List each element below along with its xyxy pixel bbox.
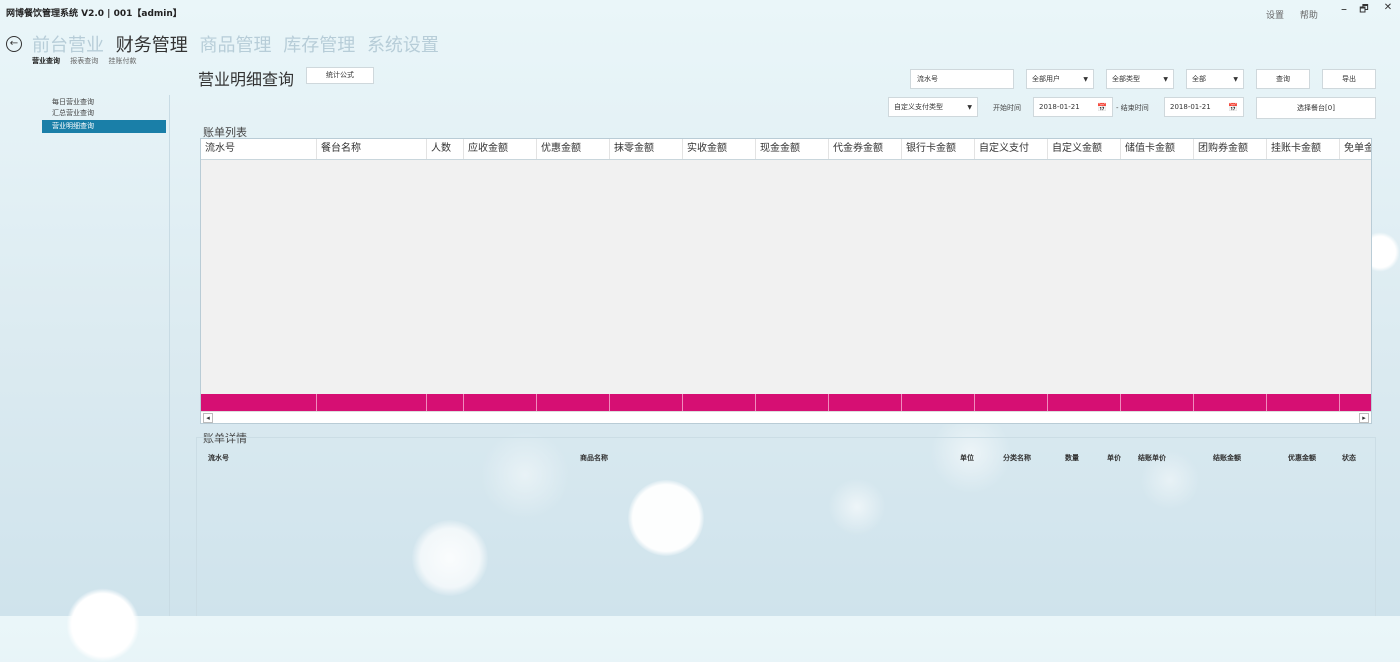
bill-list-column-header[interactable]: 代金券金额 xyxy=(829,139,902,159)
select-table-button[interactable]: 选择餐台[0] xyxy=(1256,97,1376,119)
nav-settings[interactable]: 系统设置 xyxy=(367,35,439,56)
start-date-picker[interactable]: 2018-01-21 📅 xyxy=(1033,97,1113,117)
bill-list-column-header[interactable]: 优惠金额 xyxy=(537,139,610,159)
bill-list-total-row xyxy=(201,394,1371,411)
bill-detail-column-header[interactable]: 单价 xyxy=(1107,453,1121,463)
user-select[interactable]: 全部用户 ▼ xyxy=(1026,69,1094,89)
bill-list-column-header[interactable]: 应收金额 xyxy=(464,139,537,159)
bill-list-total-cell xyxy=(902,394,975,411)
bill-detail-column-header[interactable]: 分类名称 xyxy=(1003,453,1031,463)
bill-list-column-header[interactable]: 团购券金额 xyxy=(1194,139,1267,159)
serial-input[interactable]: 流水号 xyxy=(910,69,1014,89)
custom-pay-select[interactable]: 自定义支付类型 ▼ xyxy=(888,97,978,117)
bill-list-column-header[interactable]: 自定义支付 xyxy=(975,139,1048,159)
sub-nav: 营业查询 报表查询 挂账付款 xyxy=(32,56,144,66)
bill-list-column-header[interactable]: 流水号 xyxy=(201,139,317,159)
bill-list-total-cell xyxy=(201,394,317,411)
bill-list-column-header[interactable]: 人数 xyxy=(427,139,464,159)
export-button[interactable]: 导出 xyxy=(1322,69,1376,89)
bill-list-column-header[interactable]: 实收金额 xyxy=(683,139,756,159)
bill-list-total-cell xyxy=(537,394,610,411)
bill-list-total-cell xyxy=(317,394,427,411)
scroll-right-icon[interactable]: ▸ xyxy=(1359,413,1369,423)
bill-list-total-cell xyxy=(1340,394,1371,411)
nav-front-desk[interactable]: 前台营业 xyxy=(32,35,104,56)
end-time-label: - 结束时间 xyxy=(1116,104,1149,112)
bill-list-total-cell xyxy=(829,394,902,411)
bill-list-total-cell xyxy=(1121,394,1194,411)
settings-link[interactable]: 设置 xyxy=(1266,11,1284,21)
close-button[interactable]: ✕ xyxy=(1380,2,1396,13)
bill-list-total-cell xyxy=(1194,394,1267,411)
end-date-picker[interactable]: 2018-01-21 📅 xyxy=(1164,97,1244,117)
page-title: 营业明细查询 xyxy=(198,70,295,89)
sidebar: 每日营业查询 汇总营业查询 营业明细查询 xyxy=(42,97,166,133)
bill-list-column-header[interactable]: 储值卡金额 xyxy=(1121,139,1194,159)
main-nav: 前台营业 财务管理 商品管理 库存管理 系统设置 xyxy=(32,31,445,57)
type-select[interactable]: 全部类型 ▼ xyxy=(1106,69,1174,89)
bill-list-column-header[interactable]: 抹零金额 xyxy=(610,139,683,159)
sidebar-item-detail[interactable]: 营业明细查询 xyxy=(42,120,166,133)
bill-list-total-cell xyxy=(683,394,756,411)
start-time-label: 开始时间 xyxy=(993,104,1021,112)
sidebar-item-daily[interactable]: 每日营业查询 xyxy=(42,97,166,108)
chevron-down-icon: ▼ xyxy=(1163,75,1168,83)
horizontal-scrollbar[interactable]: ◂ ▸ xyxy=(201,411,1371,423)
bill-detail-column-header[interactable]: 单位 xyxy=(960,453,974,463)
bill-list-column-header[interactable]: 现金金额 xyxy=(756,139,829,159)
bill-list-total-cell xyxy=(464,394,537,411)
bill-list-total-cell xyxy=(610,394,683,411)
end-date-value: 2018-01-21 xyxy=(1170,103,1211,111)
subnav-report-query[interactable]: 报表查询 xyxy=(70,57,98,65)
custom-pay-select-value: 自定义支付类型 xyxy=(894,103,943,111)
query-button[interactable]: 查询 xyxy=(1256,69,1310,89)
minimize-button[interactable]: – xyxy=(1336,2,1352,16)
calendar-icon[interactable]: 📅 xyxy=(1097,103,1107,112)
nav-products[interactable]: 商品管理 xyxy=(199,35,271,56)
user-select-value: 全部用户 xyxy=(1032,75,1060,83)
back-arrow-icon[interactable]: ← xyxy=(6,36,22,52)
app-title: 网博餐饮管理系统 V2.0 | 001【admin】 xyxy=(6,9,182,19)
subnav-business-query[interactable]: 营业查询 xyxy=(32,57,60,65)
scroll-left-icon[interactable]: ◂ xyxy=(203,413,213,423)
bill-list-column-header[interactable]: 挂账卡金额 xyxy=(1267,139,1340,159)
bill-list-total-cell xyxy=(1267,394,1340,411)
start-date-value: 2018-01-21 xyxy=(1039,103,1080,111)
bill-detail-column-header[interactable]: 流水号 xyxy=(208,453,229,463)
restore-button[interactable]: 🗗 xyxy=(1356,2,1372,19)
sidebar-divider xyxy=(169,95,170,616)
bill-list-column-header[interactable]: 自定义金额 xyxy=(1048,139,1121,159)
calendar-icon[interactable]: 📅 xyxy=(1228,103,1238,112)
bill-list-total-cell xyxy=(427,394,464,411)
bill-detail-column-header[interactable]: 数量 xyxy=(1065,453,1079,463)
sidebar-item-summary[interactable]: 汇总营业查询 xyxy=(42,108,166,119)
subnav-credit-payment[interactable]: 挂账付款 xyxy=(108,57,136,65)
bill-detail-column-header[interactable]: 优惠金额 xyxy=(1288,453,1316,463)
decorative-bubble xyxy=(66,588,140,662)
type-select-value: 全部类型 xyxy=(1112,75,1140,83)
bill-detail-column-header[interactable]: 结账金额 xyxy=(1213,453,1241,463)
bill-detail-column-header[interactable]: 状态 xyxy=(1342,453,1356,463)
bill-list-total-cell xyxy=(1048,394,1121,411)
formula-button[interactable]: 统计公式 xyxy=(306,67,374,84)
bill-detail-grid[interactable]: 流水号 商品名称 单位 分类名称 数量 单价 结账单价 结账金额 优惠金额 状态 xyxy=(196,437,1376,616)
bill-list-header: 流水号 餐台名称 人数 应收金额 优惠金额 抹零金额 实收金额 现金金额 代金券金额 银行卡金额自… xyxy=(201,139,1371,160)
nav-inventory[interactable]: 库存管理 xyxy=(283,35,355,56)
bill-detail-column-header[interactable]: 商品名称 xyxy=(580,453,608,463)
bill-list-total-cell xyxy=(756,394,829,411)
bill-list-column-header[interactable]: 银行卡金额 xyxy=(902,139,975,159)
bill-detail-column-header[interactable]: 结账单价 xyxy=(1138,453,1166,463)
help-link[interactable]: 帮助 xyxy=(1300,11,1318,21)
top-links: 设置 帮助 xyxy=(1266,8,1331,21)
bill-list-column-header[interactable]: 免单金额 xyxy=(1340,139,1371,159)
status-select[interactable]: 全部 ▼ xyxy=(1186,69,1244,89)
nav-finance[interactable]: 财务管理 xyxy=(116,35,188,56)
bill-list-total-cell xyxy=(975,394,1048,411)
chevron-down-icon: ▼ xyxy=(1233,75,1238,83)
chevron-down-icon: ▼ xyxy=(1083,75,1088,83)
status-select-value: 全部 xyxy=(1192,75,1206,83)
bill-list-grid[interactable]: 流水号 餐台名称 人数 应收金额 优惠金额 抹零金额 实收金额 现金金额 代金券金额 银行卡金额自… xyxy=(200,138,1372,424)
bill-list-column-header[interactable]: 餐台名称 xyxy=(317,139,427,159)
chevron-down-icon: ▼ xyxy=(967,103,972,111)
